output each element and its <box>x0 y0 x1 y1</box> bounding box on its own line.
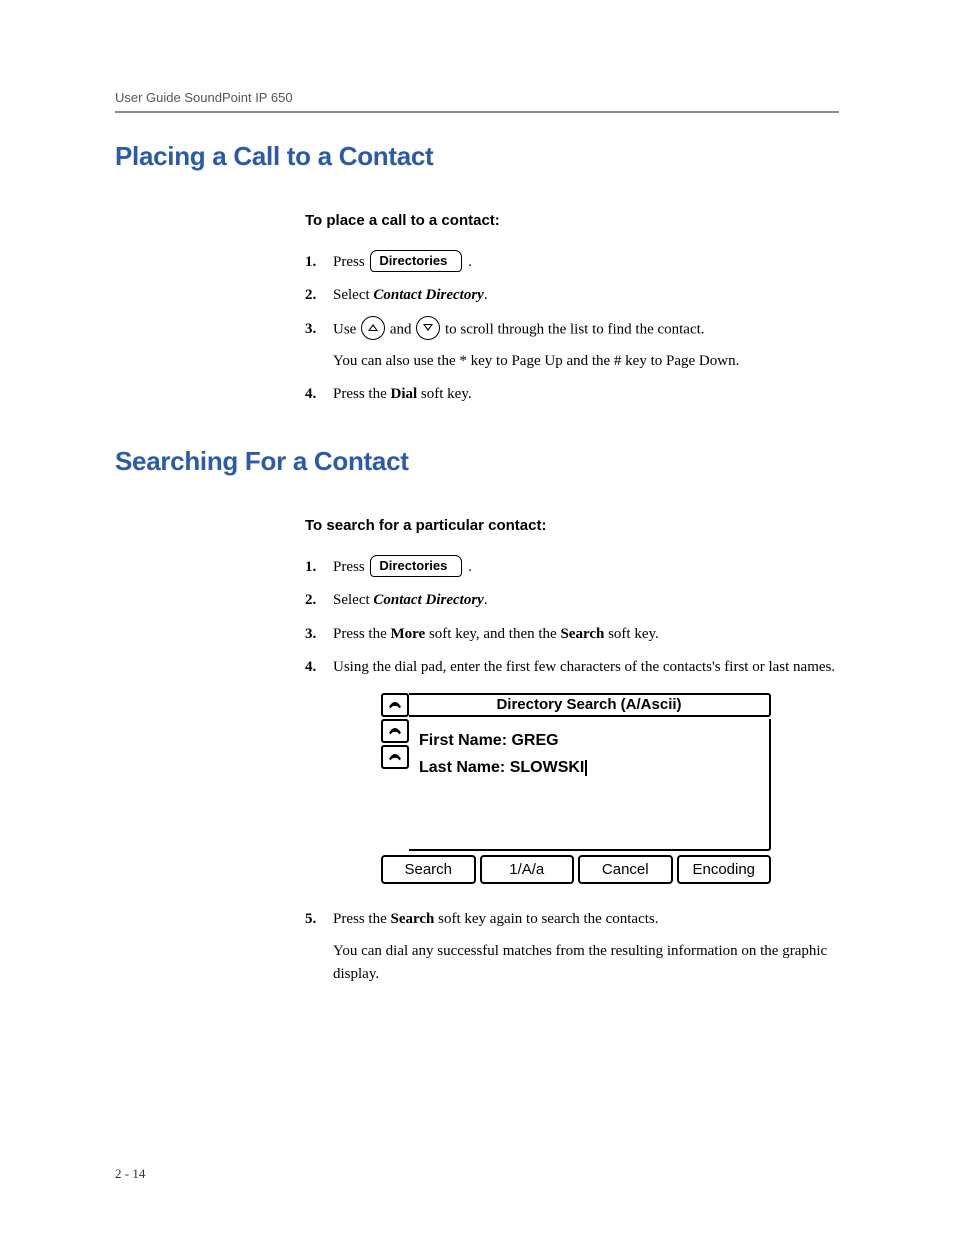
step-text: Press the <box>333 386 391 402</box>
step-1: 1. Press Directories . <box>305 556 839 579</box>
phone-screen-title: Directory Search (A/Ascii) <box>409 693 771 717</box>
step-body: Press Directories . <box>333 251 839 274</box>
step-text-post: . <box>468 559 472 575</box>
step-number: 1. <box>305 556 333 579</box>
step-text: Press <box>333 559 368 575</box>
directories-button-icon: Directories <box>370 555 462 577</box>
page-number: 2 - 14 <box>115 1166 839 1182</box>
step-number: 1. <box>305 251 333 274</box>
softkey-row: Search 1/A/a Cancel Encoding <box>381 855 771 884</box>
step-body: Select Contact Directory. <box>333 284 839 307</box>
first-name-field: First Name: GREG <box>419 729 759 754</box>
step-text: Press <box>333 254 368 270</box>
step-text: Press the <box>333 626 391 642</box>
step-text: Select <box>333 592 373 608</box>
step-3: 3. Press the More soft key, and then the… <box>305 623 839 646</box>
softkey-mode: 1/A/a <box>480 855 575 884</box>
step-text: Select <box>333 287 373 303</box>
field-value: SLOWSKI <box>510 759 585 776</box>
step-body: Use and to scroll through the list to fi… <box>333 318 839 373</box>
step-number: 2. <box>305 589 333 612</box>
step-text: Using the dial pad, enter the first few … <box>333 659 835 675</box>
menu-item-name: Contact Directory <box>373 287 483 303</box>
step-text-post: to scroll through the list to find the c… <box>445 321 705 337</box>
softkey-name: More <box>391 626 426 642</box>
phone-line-icon <box>381 719 409 743</box>
softkey-encoding: Encoding <box>677 855 772 884</box>
step-number: 3. <box>305 318 333 341</box>
line-key-column <box>381 693 409 719</box>
step-body: Press the Search soft key again to searc… <box>333 908 839 986</box>
section-content-placing: To place a call to a contact: 1. Press D… <box>305 212 839 406</box>
step-1: 1. Press Directories . <box>305 251 839 274</box>
step-text-post: soft key. <box>604 626 658 642</box>
phone-line-icon <box>381 693 409 717</box>
step-body: Select Contact Directory. <box>333 589 839 612</box>
step-text-post: soft key again to search the contacts. <box>434 911 658 927</box>
phone-display-figure: Directory Search (A/Ascii) <box>381 693 771 884</box>
softkey-name: Search <box>391 911 435 927</box>
step-text-post: . <box>484 287 488 303</box>
step-3: 3. Use and to scroll through the list to… <box>305 318 839 373</box>
step-number: 4. <box>305 656 333 679</box>
text-cursor-icon <box>585 760 587 776</box>
directories-button-icon: Directories <box>370 250 462 272</box>
softkey-name: Search <box>560 626 604 642</box>
step-text-post: . <box>484 592 488 608</box>
step-body: Press the Dial soft key. <box>333 383 839 406</box>
step-extra-text: You can also use the * key to Page Up an… <box>333 350 839 373</box>
field-label: Last Name: <box>419 759 505 776</box>
step-number: 4. <box>305 383 333 406</box>
step-number: 2. <box>305 284 333 307</box>
step-list-placing: 1. Press Directories . 2. Select Contact… <box>305 251 839 406</box>
softkey-cancel: Cancel <box>578 855 673 884</box>
phone-screen-body: First Name: GREG Last Name: SLOWSKI <box>409 719 771 851</box>
step-body: Press the More soft key, and then the Se… <box>333 623 839 646</box>
step-number: 5. <box>305 908 333 931</box>
procedure-title-placing: To place a call to a contact: <box>305 212 839 229</box>
section-content-searching: To search for a particular contact: 1. P… <box>305 517 839 986</box>
last-name-field: Last Name: SLOWSKI <box>419 756 759 781</box>
field-label: First Name: <box>419 732 507 749</box>
step-text-mid: and <box>390 321 415 337</box>
step-text-mid: soft key, and then the <box>425 626 560 642</box>
step-4: 4. Press the Dial soft key. <box>305 383 839 406</box>
running-header: User Guide SoundPoint IP 650 <box>115 90 839 105</box>
arrow-down-icon <box>416 316 440 340</box>
document-page: User Guide SoundPoint IP 650 Placing a C… <box>0 0 954 1242</box>
step-text: Press the <box>333 911 391 927</box>
line-key-column-2 <box>381 719 409 851</box>
procedure-title-searching: To search for a particular contact: <box>305 517 839 534</box>
step-number: 3. <box>305 623 333 646</box>
step-2: 2. Select Contact Directory. <box>305 589 839 612</box>
step-text-post: soft key. <box>417 386 471 402</box>
step-2: 2. Select Contact Directory. <box>305 284 839 307</box>
softkey-search: Search <box>381 855 476 884</box>
softkey-name: Dial <box>391 386 418 402</box>
menu-item-name: Contact Directory <box>373 592 483 608</box>
step-body: Press Directories . <box>333 556 839 579</box>
field-value: GREG <box>511 732 558 749</box>
step-text: Use <box>333 321 360 337</box>
step-5: 5. Press the Search soft key again to se… <box>305 908 839 986</box>
arrow-up-icon <box>361 316 385 340</box>
step-4: 4. Using the dial pad, enter the first f… <box>305 656 839 899</box>
step-text-post: . <box>468 254 472 270</box>
section-heading-searching: Searching For a Contact <box>115 446 839 477</box>
step-extra-text: You can dial any successful matches from… <box>333 940 839 987</box>
section-heading-placing: Placing a Call to a Contact <box>115 141 839 172</box>
header-rule <box>115 111 839 113</box>
phone-line-icon <box>381 745 409 769</box>
step-body: Using the dial pad, enter the first few … <box>333 656 839 899</box>
step-list-searching: 1. Press Directories . 2. Select Contact… <box>305 556 839 986</box>
